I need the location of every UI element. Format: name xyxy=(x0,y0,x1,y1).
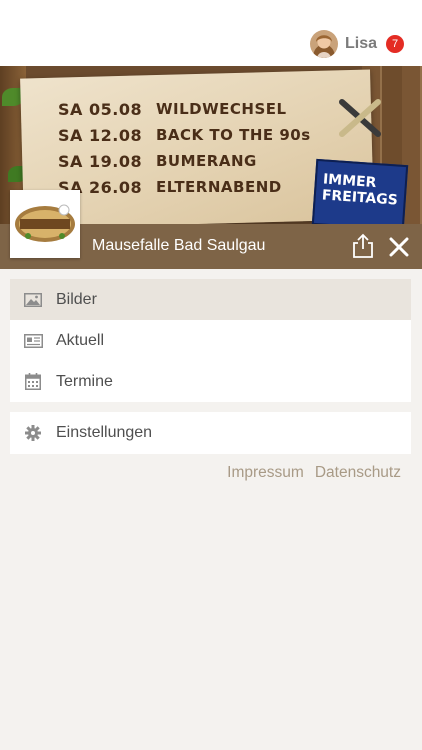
page-title: Mausefalle Bad Saulgau xyxy=(92,237,266,254)
gear-icon xyxy=(10,425,56,441)
share-icon[interactable] xyxy=(350,233,376,259)
user-name[interactable]: Lisa xyxy=(345,35,377,53)
event-date: SA 12.08 xyxy=(58,125,143,145)
calendar-icon xyxy=(10,373,56,390)
event-row: SA 26.08 ELTERNABEND xyxy=(58,174,311,200)
impressum-link[interactable]: Impressum xyxy=(227,464,304,482)
club-logo xyxy=(10,190,80,258)
event-title: WILDWECHSEL xyxy=(156,100,287,118)
menu-item-label: Termine xyxy=(56,372,113,390)
top-bar: Lisa 7 xyxy=(0,0,422,66)
event-row: SA 19.08 BUMERANG xyxy=(58,148,311,174)
menu-item-einstellungen[interactable]: Einstellungen xyxy=(10,412,411,454)
settings-menu: Einstellungen xyxy=(10,412,411,454)
footer-links: Impressum Datenschutz xyxy=(216,464,401,482)
notification-badge[interactable]: 7 xyxy=(386,35,404,53)
image-icon xyxy=(10,292,56,307)
menu-item-bilder[interactable]: Bilder xyxy=(10,279,411,320)
user-avatar[interactable] xyxy=(309,30,338,58)
main-menu: Bilder Aktuell Termine xyxy=(10,279,411,402)
datenschutz-link[interactable]: Datenschutz xyxy=(315,464,401,482)
close-icon[interactable] xyxy=(386,234,412,260)
event-date: SA 05.08 xyxy=(58,99,143,119)
event-row: SA 12.08 BACK TO THE 90s xyxy=(58,122,311,148)
menu-item-aktuell[interactable]: Aktuell xyxy=(10,320,411,361)
event-date: SA 19.08 xyxy=(58,151,143,171)
menu-item-label: Bilder xyxy=(56,290,97,308)
event-title: BACK TO THE 90s xyxy=(156,126,311,144)
newspaper-icon xyxy=(10,333,56,348)
promo-sign: IMMER FREITAGS xyxy=(311,158,409,224)
menu-item-label: Einstellungen xyxy=(56,424,153,441)
menu-item-termine[interactable]: Termine xyxy=(10,361,411,402)
menu-item-label: Aktuell xyxy=(56,331,105,349)
event-list: SA 05.08 WILDWECHSEL SA 12.08 BACK TO TH… xyxy=(58,96,311,200)
user-profile[interactable]: Lisa 7 xyxy=(309,30,404,58)
event-title: ELTERNABEND xyxy=(156,178,282,196)
event-row: SA 05.08 WILDWECHSEL xyxy=(58,96,311,122)
crossed-tools-icon xyxy=(339,99,381,137)
event-title: BUMERANG xyxy=(156,152,257,170)
